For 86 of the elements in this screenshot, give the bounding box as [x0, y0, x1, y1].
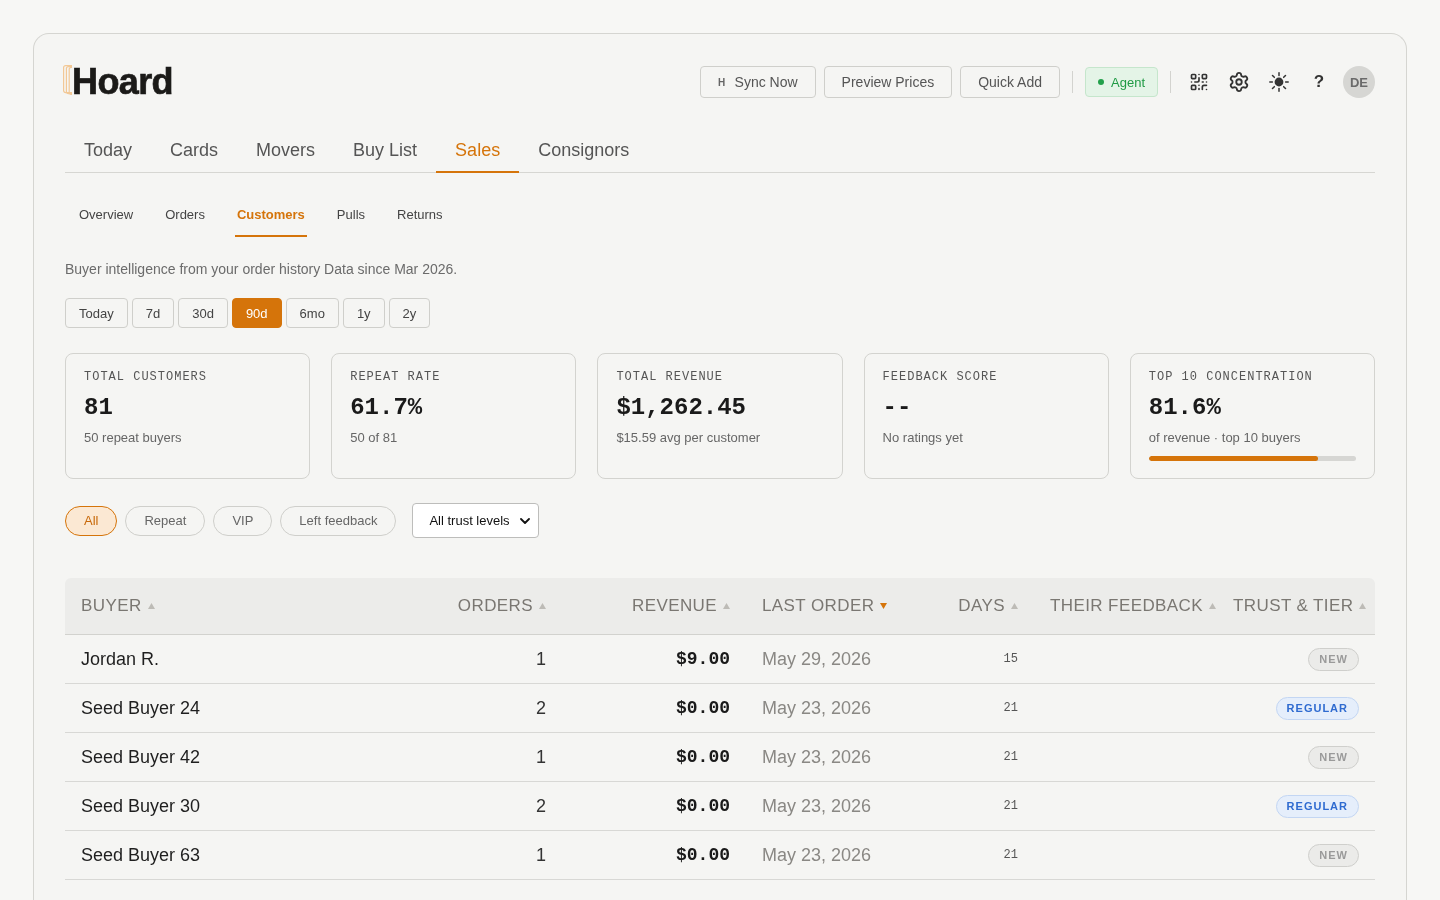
last-order-date: May 23, 2026 [762, 746, 872, 768]
range-button[interactable]: 7d [131, 298, 175, 328]
main-tab[interactable]: Today [65, 128, 152, 173]
stat-label: TOP 10 CONCENTRATION [1148, 370, 1313, 384]
stat-label: FEEDBACK SCORE [882, 370, 998, 384]
order-count: 1 [536, 648, 546, 670]
buyer-name: Seed Buyer 30 [81, 795, 201, 817]
header-action-button[interactable]: H Sync Now [700, 66, 816, 98]
column-header[interactable]: TRUST & TIER [1233, 596, 1354, 616]
order-count: 2 [536, 795, 546, 817]
stacked-cards-icon [63, 65, 72, 95]
order-count: 1 [536, 746, 546, 768]
last-order-date: May 29, 2026 [762, 648, 872, 670]
stat-value: 61.7% [350, 394, 423, 422]
stat-label: TOTAL REVENUE [616, 370, 723, 384]
column-header[interactable]: BUYER [81, 596, 142, 616]
header-action-button[interactable]: Quick Add [960, 66, 1060, 98]
qr-code-icon [1189, 72, 1209, 92]
column-header[interactable]: DAYS [958, 596, 1005, 616]
main-tab[interactable]: Cards [151, 128, 238, 173]
last-order-date: May 23, 2026 [762, 697, 872, 719]
stat-value: $1,262.45 [616, 394, 746, 422]
tier-badge: NEW [1308, 843, 1359, 867]
stat-note: No ratings yet [882, 430, 963, 446]
days-count: 21 [1003, 799, 1018, 813]
last-order-date: May 23, 2026 [762, 795, 872, 817]
sub-tab[interactable]: Overview [77, 193, 136, 237]
user-avatar[interactable]: DE [1343, 66, 1375, 98]
sub-tab[interactable]: Pulls [334, 193, 368, 237]
order-count: 1 [536, 844, 546, 866]
tier-badge: NEW [1308, 745, 1359, 769]
tier-badge: REGULAR [1275, 696, 1359, 720]
stat-label: REPEAT RATE [350, 370, 441, 384]
header-action-button[interactable]: Preview Prices [823, 66, 953, 98]
range-button[interactable]: 2y [388, 298, 431, 328]
days-count: 15 [1003, 652, 1018, 666]
revenue-amount: $0.00 [676, 747, 730, 767]
column-header[interactable]: REVENUE [632, 596, 717, 616]
column-header[interactable]: ORDERS [457, 596, 533, 616]
sub-tab[interactable]: Returns [395, 193, 445, 237]
stat-label: TOTAL CUSTOMERS [84, 370, 208, 384]
stat-note: of revenue · top 10 buyers [1148, 430, 1301, 446]
range-button[interactable]: 6mo [285, 298, 339, 328]
filter-chip[interactable]: Left feedback [280, 505, 397, 536]
help-button[interactable]: ? [1303, 66, 1335, 98]
last-order-date: May 23, 2026 [762, 844, 872, 866]
agent-label: Agent [1111, 74, 1145, 90]
trust-level-select[interactable]: All trust levels [412, 503, 540, 538]
stat-value: 81.6% [1148, 394, 1221, 422]
revenue-amount: $0.00 [676, 698, 730, 718]
stat-value: -- [882, 394, 912, 422]
stat-value: 81 [84, 394, 113, 422]
column-header[interactable]: THEIR FEEDBACK [1050, 596, 1203, 616]
tier-badge: REGULAR [1275, 794, 1359, 818]
buyer-name: Seed Buyer 24 [81, 697, 201, 719]
stat-note: 50 of 81 [350, 430, 398, 446]
main-tab[interactable]: Movers [237, 128, 335, 173]
column-header[interactable]: LAST ORDER [762, 596, 875, 616]
order-count: 2 [536, 697, 546, 719]
stat-note: $15.59 avg per customer [616, 430, 761, 446]
main-tab[interactable]: Consignors [519, 128, 649, 173]
days-count: 21 [1003, 701, 1018, 715]
days-count: 21 [1003, 848, 1018, 862]
range-button[interactable]: 30d [178, 298, 228, 328]
shortcut-key-hint: H [718, 76, 726, 88]
tier-badge: NEW [1308, 647, 1359, 671]
buyer-name: Seed Buyer 42 [81, 746, 201, 768]
range-button[interactable]: 1y [342, 298, 385, 328]
settings-icon [1228, 71, 1250, 93]
chevron-down-icon [520, 517, 531, 524]
sun-icon [1269, 72, 1289, 92]
revenue-amount: $0.00 [676, 845, 730, 865]
filter-chip[interactable]: VIP [213, 505, 273, 536]
filter-chip[interactable]: Repeat [125, 505, 206, 536]
sub-tab[interactable]: Orders [163, 193, 207, 237]
status-dot-icon [1098, 79, 1104, 85]
main-tab[interactable]: Buy List [334, 128, 437, 173]
revenue-amount: $0.00 [676, 796, 730, 816]
buyer-name: Seed Buyer 63 [81, 844, 201, 866]
page-description: Buyer intelligence from your order history Data since Mar 2026. [65, 261, 459, 277]
days-count: 21 [1003, 750, 1018, 764]
stat-note: 50 repeat buyers [84, 430, 182, 446]
range-button[interactable]: Today [65, 298, 128, 328]
revenue-amount: $9.00 [676, 649, 730, 669]
app-logo: Hoard [72, 64, 173, 100]
buyer-name: Jordan R. [81, 648, 160, 670]
